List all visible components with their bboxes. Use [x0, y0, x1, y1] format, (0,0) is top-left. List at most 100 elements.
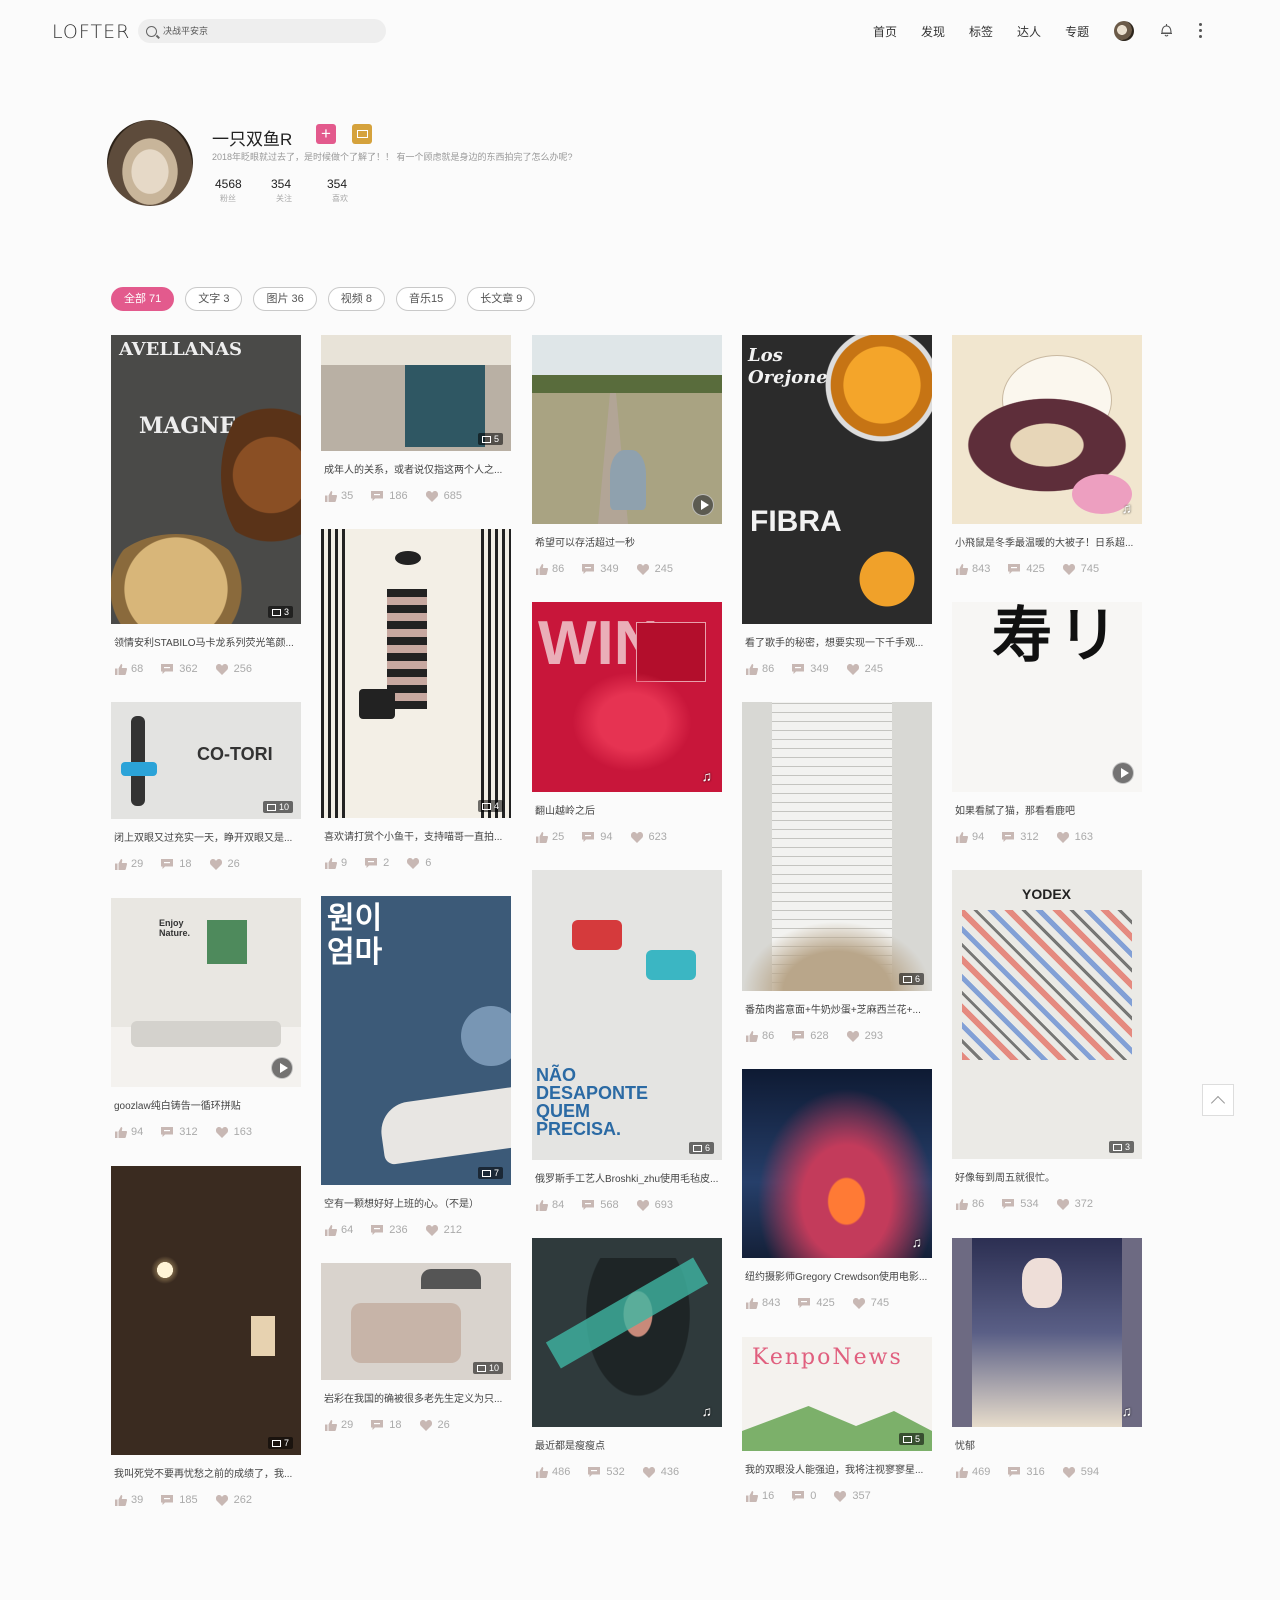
like-count[interactable]: 29	[325, 1419, 353, 1431]
nav-topics[interactable]: 专题	[1065, 23, 1089, 40]
heart-count[interactable]: 6	[407, 857, 431, 869]
comment-count[interactable]: 18	[161, 858, 192, 870]
play-icon[interactable]	[692, 494, 714, 516]
post-title[interactable]: 空有一颗想好好上班的心。（不是）	[321, 1195, 509, 1210]
comment-count[interactable]: 236	[371, 1224, 408, 1236]
comment-count[interactable]: 312	[161, 1126, 198, 1138]
search-box[interactable]	[138, 19, 386, 43]
play-icon[interactable]	[271, 1057, 293, 1079]
heart-count[interactable]: 26	[209, 858, 240, 870]
post-thumbnail[interactable]	[532, 335, 722, 524]
like-count[interactable]: 94	[956, 831, 984, 843]
music-note-icon[interactable]: ♫	[702, 1403, 713, 1419]
post-thumbnail[interactable]: ♫	[952, 335, 1142, 524]
post-card[interactable]: ♫ 最近都是瘦瘦点 486 532 436	[532, 1238, 722, 1478]
like-count[interactable]: 486	[536, 1466, 570, 1478]
like-count[interactable]: 86	[746, 1030, 774, 1042]
like-count[interactable]: 64	[325, 1224, 353, 1236]
stat-followers[interactable]: 4568 粉丝	[215, 177, 271, 204]
comment-count[interactable]: 349	[582, 563, 619, 575]
more-icon[interactable]	[1198, 23, 1202, 38]
music-note-icon[interactable]: ♫	[912, 1234, 923, 1250]
like-count[interactable]: 469	[956, 1466, 990, 1478]
post-title[interactable]: 纽约摄影师Gregory Crewdson使用电影...	[742, 1268, 930, 1283]
like-count[interactable]: 35	[325, 490, 353, 502]
music-note-icon[interactable]: ♫	[702, 768, 713, 784]
heart-count[interactable]: 256	[215, 663, 252, 675]
message-button[interactable]	[352, 124, 372, 144]
comment-count[interactable]: 425	[1008, 563, 1045, 575]
post-thumbnail[interactable]: Enjoy Nature.	[111, 898, 301, 1087]
nav-tags[interactable]: 标签	[969, 23, 993, 40]
post-title[interactable]: 翻山越岭之后	[532, 802, 720, 817]
post-card[interactable]: 7 我叫死党不要再忧愁之前的成绩了，我... 39 185 262	[111, 1166, 301, 1506]
post-thumbnail[interactable]: ♫	[742, 1069, 932, 1258]
post-thumbnail[interactable]: ♫	[532, 1238, 722, 1427]
comment-count[interactable]: 349	[792, 663, 829, 675]
post-title[interactable]: 忧郁	[952, 1437, 1140, 1452]
comment-count[interactable]: 316	[1008, 1466, 1045, 1478]
heart-count[interactable]: 163	[215, 1126, 252, 1138]
post-title[interactable]: 闭上双眼又过充实一天，睁开双眼又是...	[111, 829, 299, 844]
post-title[interactable]: 最近都是瘦瘦点	[532, 1437, 720, 1452]
post-title[interactable]: 岩彩在我国的确被很多老先生定义为只...	[321, 1390, 509, 1405]
comment-count[interactable]: 312	[1002, 831, 1039, 843]
post-card[interactable]: 寿 リ 如果看腻了猫，那看看鹿吧 94 312 163	[952, 602, 1142, 843]
post-card[interactable]: 5 成年人的关系，或者说仅指这两个人之... 35 186 685	[321, 335, 511, 502]
post-thumbnail[interactable]: ♫	[952, 1238, 1142, 1427]
post-title[interactable]: 我的双眼没人能强迫，我将注视寥寥星...	[742, 1461, 930, 1476]
post-card[interactable]: 6 番茄肉酱意面+牛奶炒蛋+芝麻西兰花+... 86 628 293	[742, 702, 932, 1042]
nav-home[interactable]: 首页	[873, 23, 897, 40]
post-thumbnail[interactable]: 7	[111, 1166, 301, 1455]
lofter-logo[interactable]: LOFTER	[52, 21, 130, 43]
heart-count[interactable]: 262	[215, 1494, 252, 1506]
post-card[interactable]: Enjoy Nature. goozlaw纯白铸告一循环拼贴 94 312 16…	[111, 898, 301, 1138]
post-thumbnail[interactable]: 4	[321, 529, 511, 818]
post-title[interactable]: 我叫死党不要再忧愁之前的成绩了，我...	[111, 1465, 299, 1480]
post-card[interactable]: 希望可以存活超过一秒 86 349 245	[532, 335, 722, 575]
play-icon[interactable]	[1112, 762, 1134, 784]
comment-count[interactable]: 534	[1002, 1198, 1039, 1210]
post-title[interactable]: 好像每到周五就很忙。	[952, 1169, 1140, 1184]
post-card[interactable]: ♫ 纽约摄影师Gregory Crewdson使用电影... 843 425 7…	[742, 1069, 932, 1309]
like-count[interactable]: 843	[746, 1297, 780, 1309]
heart-count[interactable]: 693	[636, 1199, 673, 1211]
post-thumbnail[interactable]: 원이 엄마 7	[321, 896, 511, 1185]
tab-text[interactable]: 文字 3	[185, 287, 243, 311]
post-title[interactable]: 看了歌手的秘密，想要实现一下千手观...	[742, 634, 930, 649]
post-title[interactable]: 成年人的关系，或者说仅指这两个人之...	[321, 461, 509, 476]
post-thumbnail[interactable]: YODEX 3	[952, 870, 1142, 1159]
post-thumbnail[interactable]: WIN ♫	[532, 602, 722, 792]
post-card[interactable]: ♫ 小飛鼠是冬季最温暖的大被子！日系超... 843 425 745	[952, 335, 1142, 575]
stat-likes[interactable]: 354 喜欢	[327, 177, 383, 204]
post-title[interactable]: 俄罗斯手工艺人Broshki_zhu使用毛毡皮...	[532, 1170, 720, 1185]
comment-count[interactable]: 185	[161, 1494, 198, 1506]
heart-count[interactable]: 163	[1056, 831, 1093, 843]
post-card[interactable]: NÃO DESAPONTE QUEM PRECISA. 6 俄罗斯手工艺人Bro…	[532, 870, 722, 1211]
post-card[interactable]: Los Orejones FIBRA 看了歌手的秘密，想要实现一下千手观... …	[742, 335, 932, 675]
nav-experts[interactable]: 达人	[1017, 23, 1041, 40]
heart-count[interactable]: 685	[425, 490, 462, 502]
post-thumbnail[interactable]: Los Orejones FIBRA	[742, 335, 932, 624]
post-title[interactable]: 领情安利STABILO马卡龙系列荧光笔颜...	[111, 634, 299, 649]
tab-articles[interactable]: 长文章 9	[467, 287, 536, 311]
like-count[interactable]: 39	[115, 1494, 143, 1506]
like-count[interactable]: 86	[956, 1198, 984, 1210]
post-title[interactable]: 希望可以存活超过一秒	[532, 534, 720, 549]
music-note-icon[interactable]: ♫	[1122, 1403, 1133, 1419]
post-card[interactable]: ♫ 忧郁 469 316 594	[952, 1238, 1142, 1478]
post-card[interactable]: WIN ♫ 翻山越岭之后 25 94 623	[532, 602, 722, 843]
comment-count[interactable]: 94	[582, 831, 613, 843]
heart-count[interactable]: 594	[1062, 1466, 1099, 1478]
post-title[interactable]: 番茄肉酱意面+牛奶炒蛋+芝麻西兰花+...	[742, 1001, 930, 1016]
heart-count[interactable]: 212	[425, 1224, 462, 1236]
heart-count[interactable]: 372	[1056, 1198, 1093, 1210]
follow-button[interactable]: +	[316, 124, 336, 144]
comment-count[interactable]: 532	[588, 1466, 625, 1478]
post-title[interactable]: goozlaw纯白铸告一循环拼贴	[111, 1097, 299, 1112]
tab-music[interactable]: 音乐15	[395, 287, 457, 311]
stat-following[interactable]: 354 关注	[271, 177, 327, 204]
like-count[interactable]: 94	[115, 1126, 143, 1138]
post-thumbnail[interactable]: AVELLANAS MAGNESIO 3	[111, 335, 301, 624]
like-count[interactable]: 9	[325, 857, 347, 869]
